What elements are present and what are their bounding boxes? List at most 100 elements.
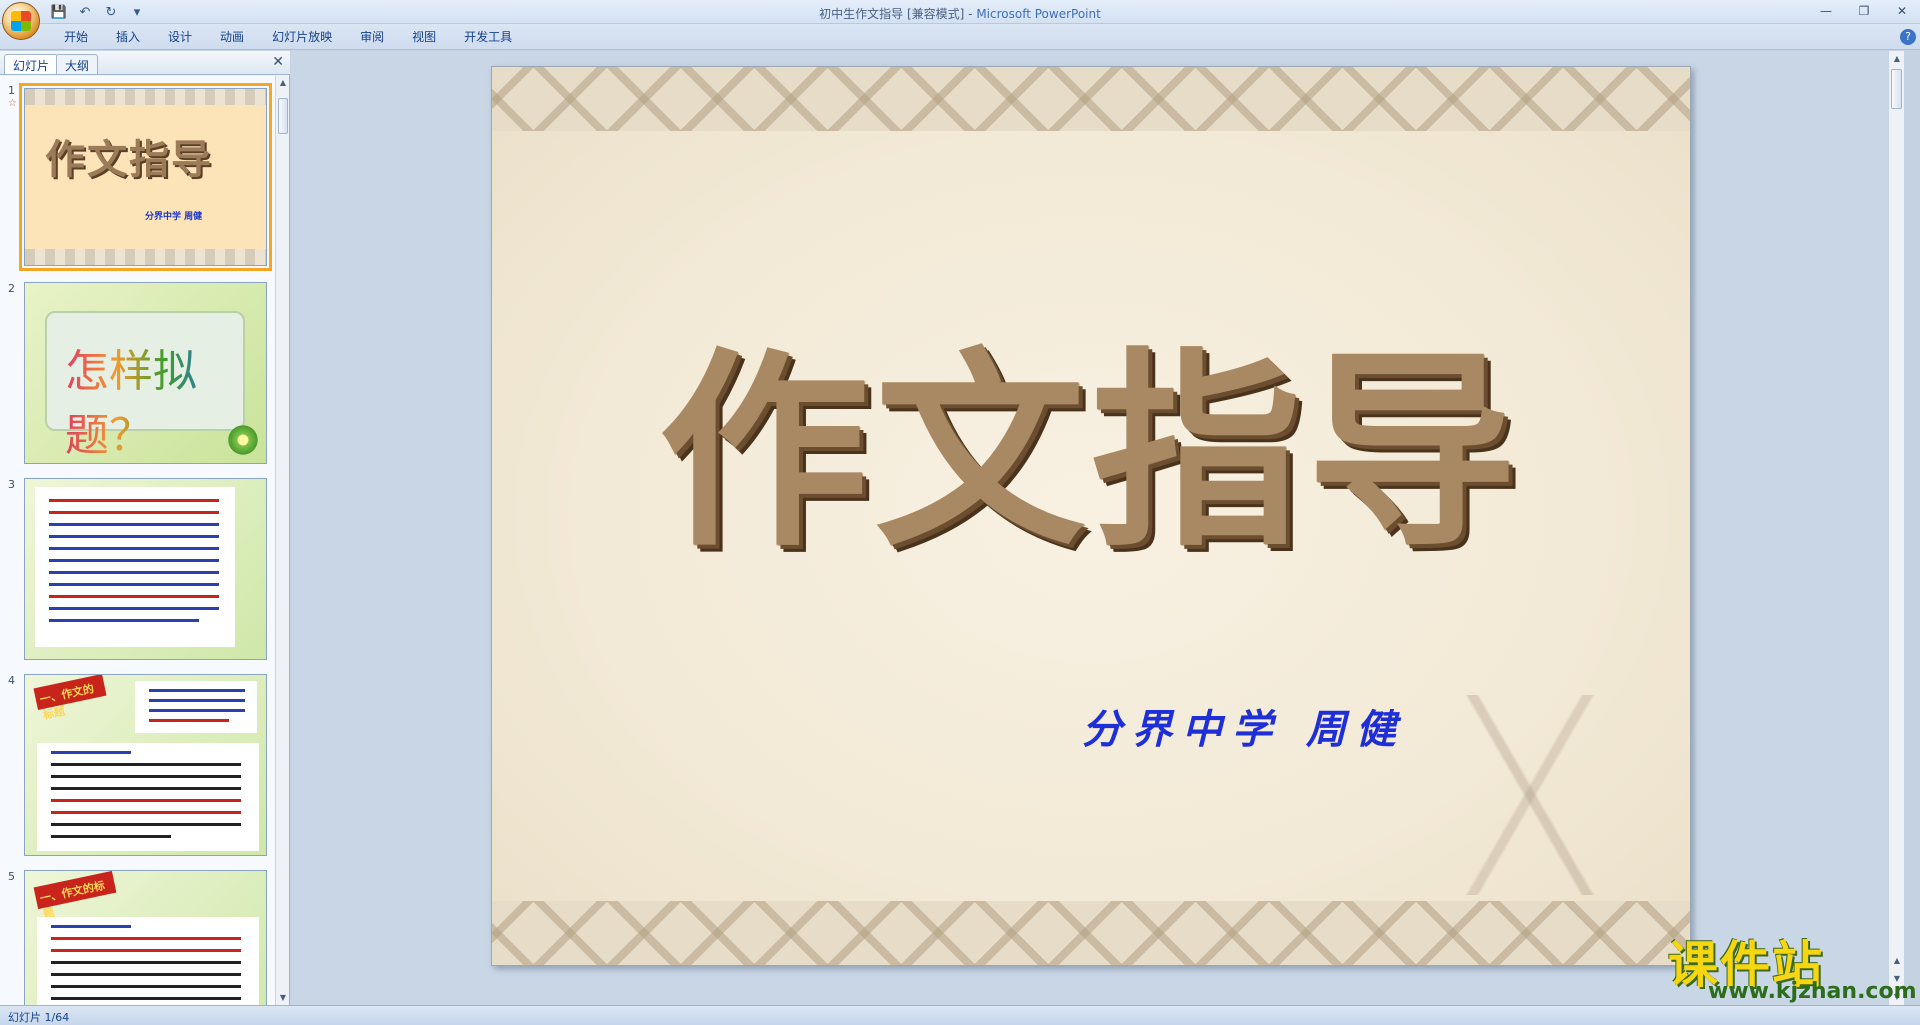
plum-branch-decoration: [1400, 695, 1660, 895]
watermark-logo: 课件站 www.kjzhan.com: [1668, 925, 1917, 1005]
tab-slides[interactable]: 幻灯片: [4, 54, 59, 74]
slide-canvas[interactable]: 作文指导 分界中学 周健: [491, 66, 1691, 966]
text-line: [51, 937, 241, 940]
flower-icon: [226, 423, 260, 457]
text-line: [51, 823, 241, 826]
text-line: [51, 985, 241, 988]
thumbnail-row: 5 一、作文的标题: [0, 868, 276, 1005]
minimize-icon[interactable]: —: [1814, 2, 1838, 20]
thumb-title: 作文指导: [45, 136, 213, 183]
text-line: [51, 997, 241, 1000]
text-line: [149, 689, 245, 692]
text-line: [49, 511, 219, 514]
workspace-scrollbar[interactable]: ▲ ▲ ▼ ▼: [1888, 51, 1904, 1005]
thumb-text-page: [37, 917, 259, 1005]
text-line: [51, 925, 131, 928]
text-line: [149, 699, 245, 702]
slide-number: 3: [8, 478, 15, 491]
slide-number: 4: [8, 674, 15, 687]
ribbon-tab-bar: 开始 插入 设计 动画 幻灯片放映 审阅 视图 开发工具 ?: [0, 24, 1920, 50]
text-line: [51, 775, 241, 778]
slide-workspace: 作文指导 分界中学 周健 ▲ ▲ ▼ ▼: [291, 51, 1904, 1005]
tab-slideshow[interactable]: 幻灯片放映: [258, 29, 346, 45]
title-bar: 💾 ↶ ↻ ▾ 初中生作文指导 [兼容模式] - Microsoft Power…: [0, 0, 1920, 40]
slide-thumbnail-2[interactable]: 怎样拟题？: [24, 282, 267, 464]
text-line: [49, 499, 219, 502]
text-line: [51, 961, 241, 964]
thumb-border: [25, 89, 266, 105]
slide-number: 5: [8, 870, 15, 883]
scroll-thumb[interactable]: [278, 98, 288, 134]
tab-home[interactable]: 开始: [50, 29, 102, 45]
scroll-thumb[interactable]: [1891, 69, 1902, 109]
status-bar: 幻灯片 1/64: [0, 1005, 1920, 1025]
tab-outline[interactable]: 大纲: [56, 54, 99, 74]
text-line: [49, 535, 219, 538]
panel-close-icon[interactable]: ✕: [272, 54, 284, 70]
thumbnails-scrollbar[interactable]: ▲ ▼: [275, 76, 289, 1005]
tab-developer[interactable]: 开发工具: [450, 29, 526, 45]
text-line: [51, 811, 241, 814]
slide-counter: 幻灯片 1/64: [8, 1011, 70, 1024]
slide-thumbnail-4[interactable]: 一、作文的标题: [24, 674, 267, 856]
panel-tabs: 幻灯片 大纲 ✕: [0, 51, 290, 75]
text-line: [49, 523, 219, 526]
close-icon[interactable]: ✕: [1890, 2, 1914, 20]
text-line: [51, 763, 241, 766]
text-line: [149, 709, 245, 712]
tab-review[interactable]: 审阅: [346, 29, 398, 45]
thumb-heading: 一、作文的标题: [33, 871, 117, 921]
text-line: [51, 799, 241, 802]
text-line: [49, 559, 219, 562]
slide-thumbnail-1[interactable]: 作文指导 分界中学 周健: [19, 83, 272, 271]
thumbnail-row: 1 ☆ 作文指导 分界中学 周健: [0, 82, 276, 282]
window-title: 初中生作文指导 [兼容模式] - Microsoft PowerPoint: [819, 7, 1101, 21]
scroll-up-icon[interactable]: ▲: [276, 76, 290, 90]
slide-thumbnail-3[interactable]: [24, 478, 267, 660]
slide-number: 2: [8, 282, 15, 295]
help-icon[interactable]: ?: [1900, 29, 1916, 45]
text-line: [51, 835, 171, 838]
slides-panel: 幻灯片 大纲 ✕ 1 ☆ 作文指导 分界中学 周健 2 怎样拟题？ 3 4 一、…: [0, 51, 290, 1005]
text-line: [51, 973, 241, 976]
text-line: [149, 719, 229, 722]
slide-subtitle[interactable]: 分界中学 周健: [1082, 697, 1406, 755]
office-logo-icon: [11, 11, 31, 31]
watermark-url: www.kjzhan.com: [1708, 979, 1917, 1004]
thumb-heading: 一、作文的标题: [33, 675, 107, 722]
office-button[interactable]: [2, 2, 40, 40]
thumb-text-page: [35, 487, 235, 647]
text-line: [49, 595, 219, 598]
scroll-up-icon[interactable]: ▲: [1889, 51, 1905, 67]
text-line: [49, 571, 219, 574]
text-line: [49, 619, 199, 622]
animation-star-icon: ☆: [8, 98, 17, 109]
slide-title[interactable]: 作文指导: [492, 282, 1690, 586]
tab-insert[interactable]: 插入: [102, 29, 154, 45]
text-line: [51, 949, 241, 952]
thumbnail-row: 2 怎样拟题？: [0, 280, 276, 470]
text-line: [51, 751, 131, 754]
text-line: [51, 787, 241, 790]
tab-animations[interactable]: 动画: [206, 29, 258, 45]
thumbnail-row: 3: [0, 476, 276, 666]
window-controls: — ❐ ✕: [1814, 2, 1914, 20]
scroll-down-icon[interactable]: ▼: [276, 991, 290, 1005]
restore-icon[interactable]: ❐: [1852, 2, 1876, 20]
slide-number: 1: [8, 84, 15, 97]
tab-view[interactable]: 视图: [398, 29, 450, 45]
thumb-border: [25, 249, 266, 265]
thumb-subtitle: 分界中学 周健: [145, 212, 203, 222]
text-line: [49, 607, 219, 610]
slide-thumbnail-5[interactable]: 一、作文的标题: [24, 870, 267, 1005]
text-line: [49, 547, 219, 550]
decorative-border-top: [492, 67, 1690, 131]
thumb-text-box: [135, 681, 257, 733]
decorative-border-bottom: [492, 901, 1690, 965]
thumbnail-row: 4 一、作文的标题: [0, 672, 276, 862]
thumb-text-page: [37, 743, 259, 851]
ribbon-tabs: 开始 插入 设计 动画 幻灯片放映 审阅 视图 开发工具: [50, 29, 526, 45]
slide-thumbnails: 1 ☆ 作文指导 分界中学 周健 2 怎样拟题？ 3 4 一、作文的标题 5 一…: [0, 76, 276, 1005]
tab-design[interactable]: 设计: [154, 29, 206, 45]
text-line: [49, 583, 219, 586]
